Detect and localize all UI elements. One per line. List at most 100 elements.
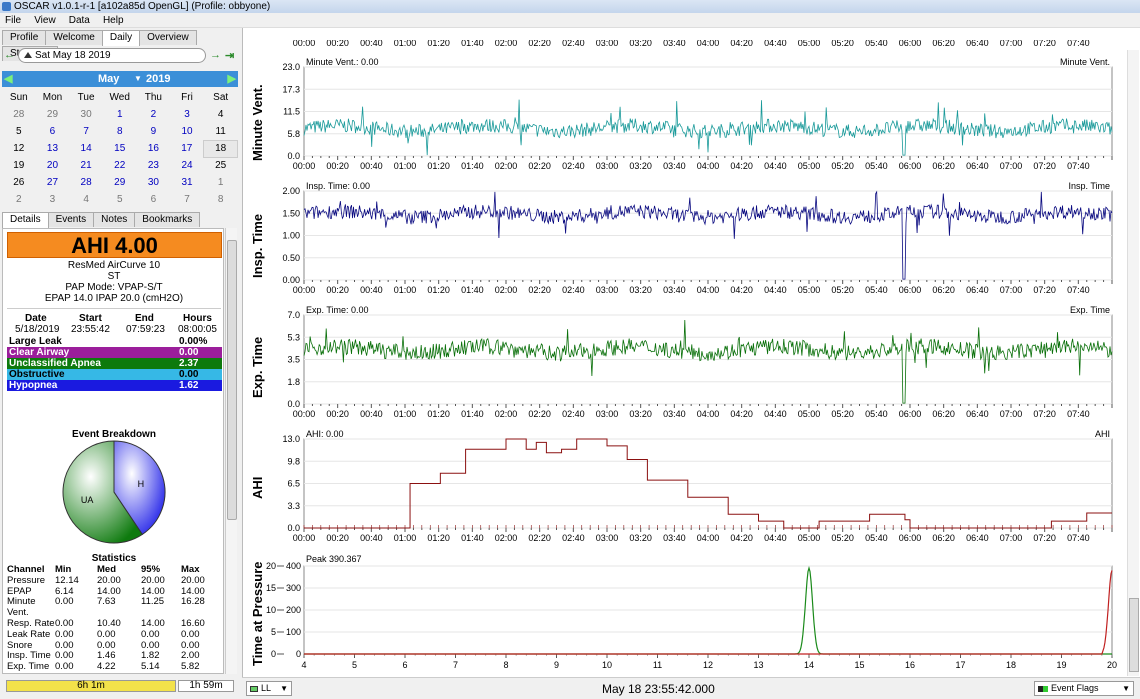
calendar-day[interactable]: 16 [137,140,171,157]
tab-daily[interactable]: Daily [101,30,141,46]
calendar-day[interactable]: 13 [36,140,70,157]
calendar-day[interactable]: 9 [137,123,171,140]
tab-notes[interactable]: Notes [93,212,136,227]
statistics-table: Channel Min Med 95% Max Pressure 12.14 20.00 20.… [7,564,221,673]
tab-overview[interactable]: Overview [139,30,197,45]
title-bar: OSCAR v1.0.1-r-1 [a102a85d OpenGL] (Prof… [0,0,1140,13]
calendar-day[interactable]: 20 [36,157,70,174]
calendar-day[interactable]: 28 [69,174,103,191]
calendar-day[interactable]: 27 [36,174,70,191]
time-tick-label: 07:00 [1000,161,1023,171]
time-tick-label: 04:00 [697,285,720,295]
calendar-toggle-icon[interactable] [24,52,32,58]
month-dropdown-icon[interactable]: ▼ [134,71,142,87]
divider [7,308,221,309]
tab-bookmarks[interactable]: Bookmarks [134,212,201,227]
calendar-month[interactable]: May [98,71,119,87]
calendar-day[interactable]: 5 [103,191,137,208]
calendar-day[interactable]: 6 [36,123,70,140]
event-row[interactable]: Hypopnea 1.62 [7,380,222,391]
tab-details[interactable]: Details [2,212,49,228]
ll-dropdown[interactable]: LL ▼ [246,681,292,696]
date-field[interactable]: Sat May 18 2019 [18,48,206,63]
graph-ahi[interactable]: AHI AHI: 0.00 AHI 13.0 9.8 6.5 3.3 0.0 00:00 00:2… [242,430,1140,545]
graph-scrollbar[interactable] [1127,50,1139,676]
details-scrollbar-thumb[interactable] [227,240,237,520]
event-flags-dropdown[interactable]: Event Flags ▼ [1034,681,1134,696]
calendar-day[interactable]: 25 [204,157,238,174]
last-day-arrow-icon[interactable]: ⇥ [225,49,234,62]
event-row[interactable]: Obstructive 0.00 [7,369,222,380]
event-row[interactable]: Unclassified Apnea 2.37 [7,358,222,369]
time-tick-label: 00:20 [326,285,349,295]
machine-name: ResMed AirCurve 10 [67,260,161,271]
details-scrollbar[interactable] [225,228,237,674]
calendar-day[interactable]: 2 [2,191,36,208]
graph-legend: Minute Vent. [1060,58,1110,67]
event-row[interactable]: Clear Airway 0.00 [7,347,222,358]
calendar-day[interactable]: 26 [2,174,36,191]
calendar-day[interactable]: 30 [69,106,103,123]
prev-month-icon[interactable]: ◀ [4,71,12,87]
calendar-day[interactable]: 4 [69,191,103,208]
calendar-day[interactable]: 3 [170,106,204,123]
calendar-day[interactable]: 23 [137,157,171,174]
graph-exp-time[interactable]: Exp. Time Exp. Time: 0.00 Exp. Time 7.0 5.3 3… [242,306,1140,421]
tab-welcome[interactable]: Welcome [45,30,103,45]
menu-view[interactable]: View [29,13,61,28]
next-month-icon[interactable]: ▶ [228,71,236,87]
y-tick-label: 6.5 [287,479,300,489]
time-tick-label: 03:20 [629,409,652,419]
prev-day-arrow-icon[interactable]: ← [4,49,15,61]
calendar-day[interactable]: 8 [103,123,137,140]
event-row[interactable]: Large Leak 0.00% [7,336,222,347]
calendar-day[interactable]: 1 [204,174,238,191]
weekday-label: Sun [9,92,28,103]
ll-dropdown-label: LL [261,683,272,693]
graph-minute-vent[interactable]: Minute Vent. Minute Vent.: 0.00 Minute Ven… [242,58,1140,173]
menu-file[interactable]: File [0,13,26,28]
calendar-day[interactable]: 12 [2,140,36,157]
calendar-day[interactable]: 17 [170,140,204,157]
graph-scrollbar-thumb[interactable] [1129,598,1139,672]
time-tick-label: 01:40 [461,40,484,48]
calendar-grid: Sun Mon Tue Wed Thu Fri Sat 28 29 30 1 2 3 4 5 6 7 8 9 10 11… [2,89,238,208]
menu-bar: File View Data Help [0,13,1140,28]
calendar-day[interactable]: 6 [137,191,171,208]
calendar-day[interactable]: 7 [69,123,103,140]
details-panel: AHI 4.00 ResMed AirCurve 10 ST PAP Mode:… [2,228,224,674]
graph-time-at-pressure[interactable]: Time at Pressure Peak 390.367 20 400 15 300 10… [242,552,1140,674]
calendar-day[interactable]: 3 [36,191,70,208]
time-tick-label: 01:20 [427,40,450,48]
calendar-day[interactable]: 22 [103,157,137,174]
calendar-day[interactable]: 24 [170,157,204,174]
calendar-year[interactable]: 2019 [146,71,170,87]
tab-profile[interactable]: Profile [2,30,47,45]
calendar-day[interactable]: 2 [137,106,171,123]
menu-help[interactable]: Help [98,13,129,28]
ahi-banner: AHI 4.00 [7,232,222,258]
calendar-day[interactable]: 29 [36,106,70,123]
calendar-day[interactable]: 15 [103,140,137,157]
calendar-day[interactable]: 11 [204,123,238,140]
calendar-day[interactable]: 4 [204,106,238,123]
calendar-day[interactable]: 31 [170,174,204,191]
calendar-day[interactable]: 8 [204,191,238,208]
next-day-arrow-icon[interactable]: → [210,49,221,61]
calendar-day[interactable]: 30 [137,174,171,191]
calendar-day[interactable]: 7 [170,191,204,208]
calendar-day[interactable]: 19 [2,157,36,174]
menu-data[interactable]: Data [64,13,95,28]
calendar-day[interactable]: 5 [2,123,36,140]
calendar-day[interactable]: 1 [103,106,137,123]
calendar-day[interactable]: 29 [103,174,137,191]
calendar-day[interactable]: 28 [2,106,36,123]
graph-insp-time[interactable]: Insp. Time Insp. Time: 0.00 Insp. Time 2.00… [242,182,1140,297]
calendar-day[interactable]: 18 [203,139,238,158]
y-tick-label-left: 0 [271,649,276,659]
calendar-day[interactable]: 10 [170,123,204,140]
time-tick-label: 05:40 [865,409,888,419]
tab-events[interactable]: Events [47,212,95,227]
calendar-day[interactable]: 21 [69,157,103,174]
calendar-day[interactable]: 14 [69,140,103,157]
